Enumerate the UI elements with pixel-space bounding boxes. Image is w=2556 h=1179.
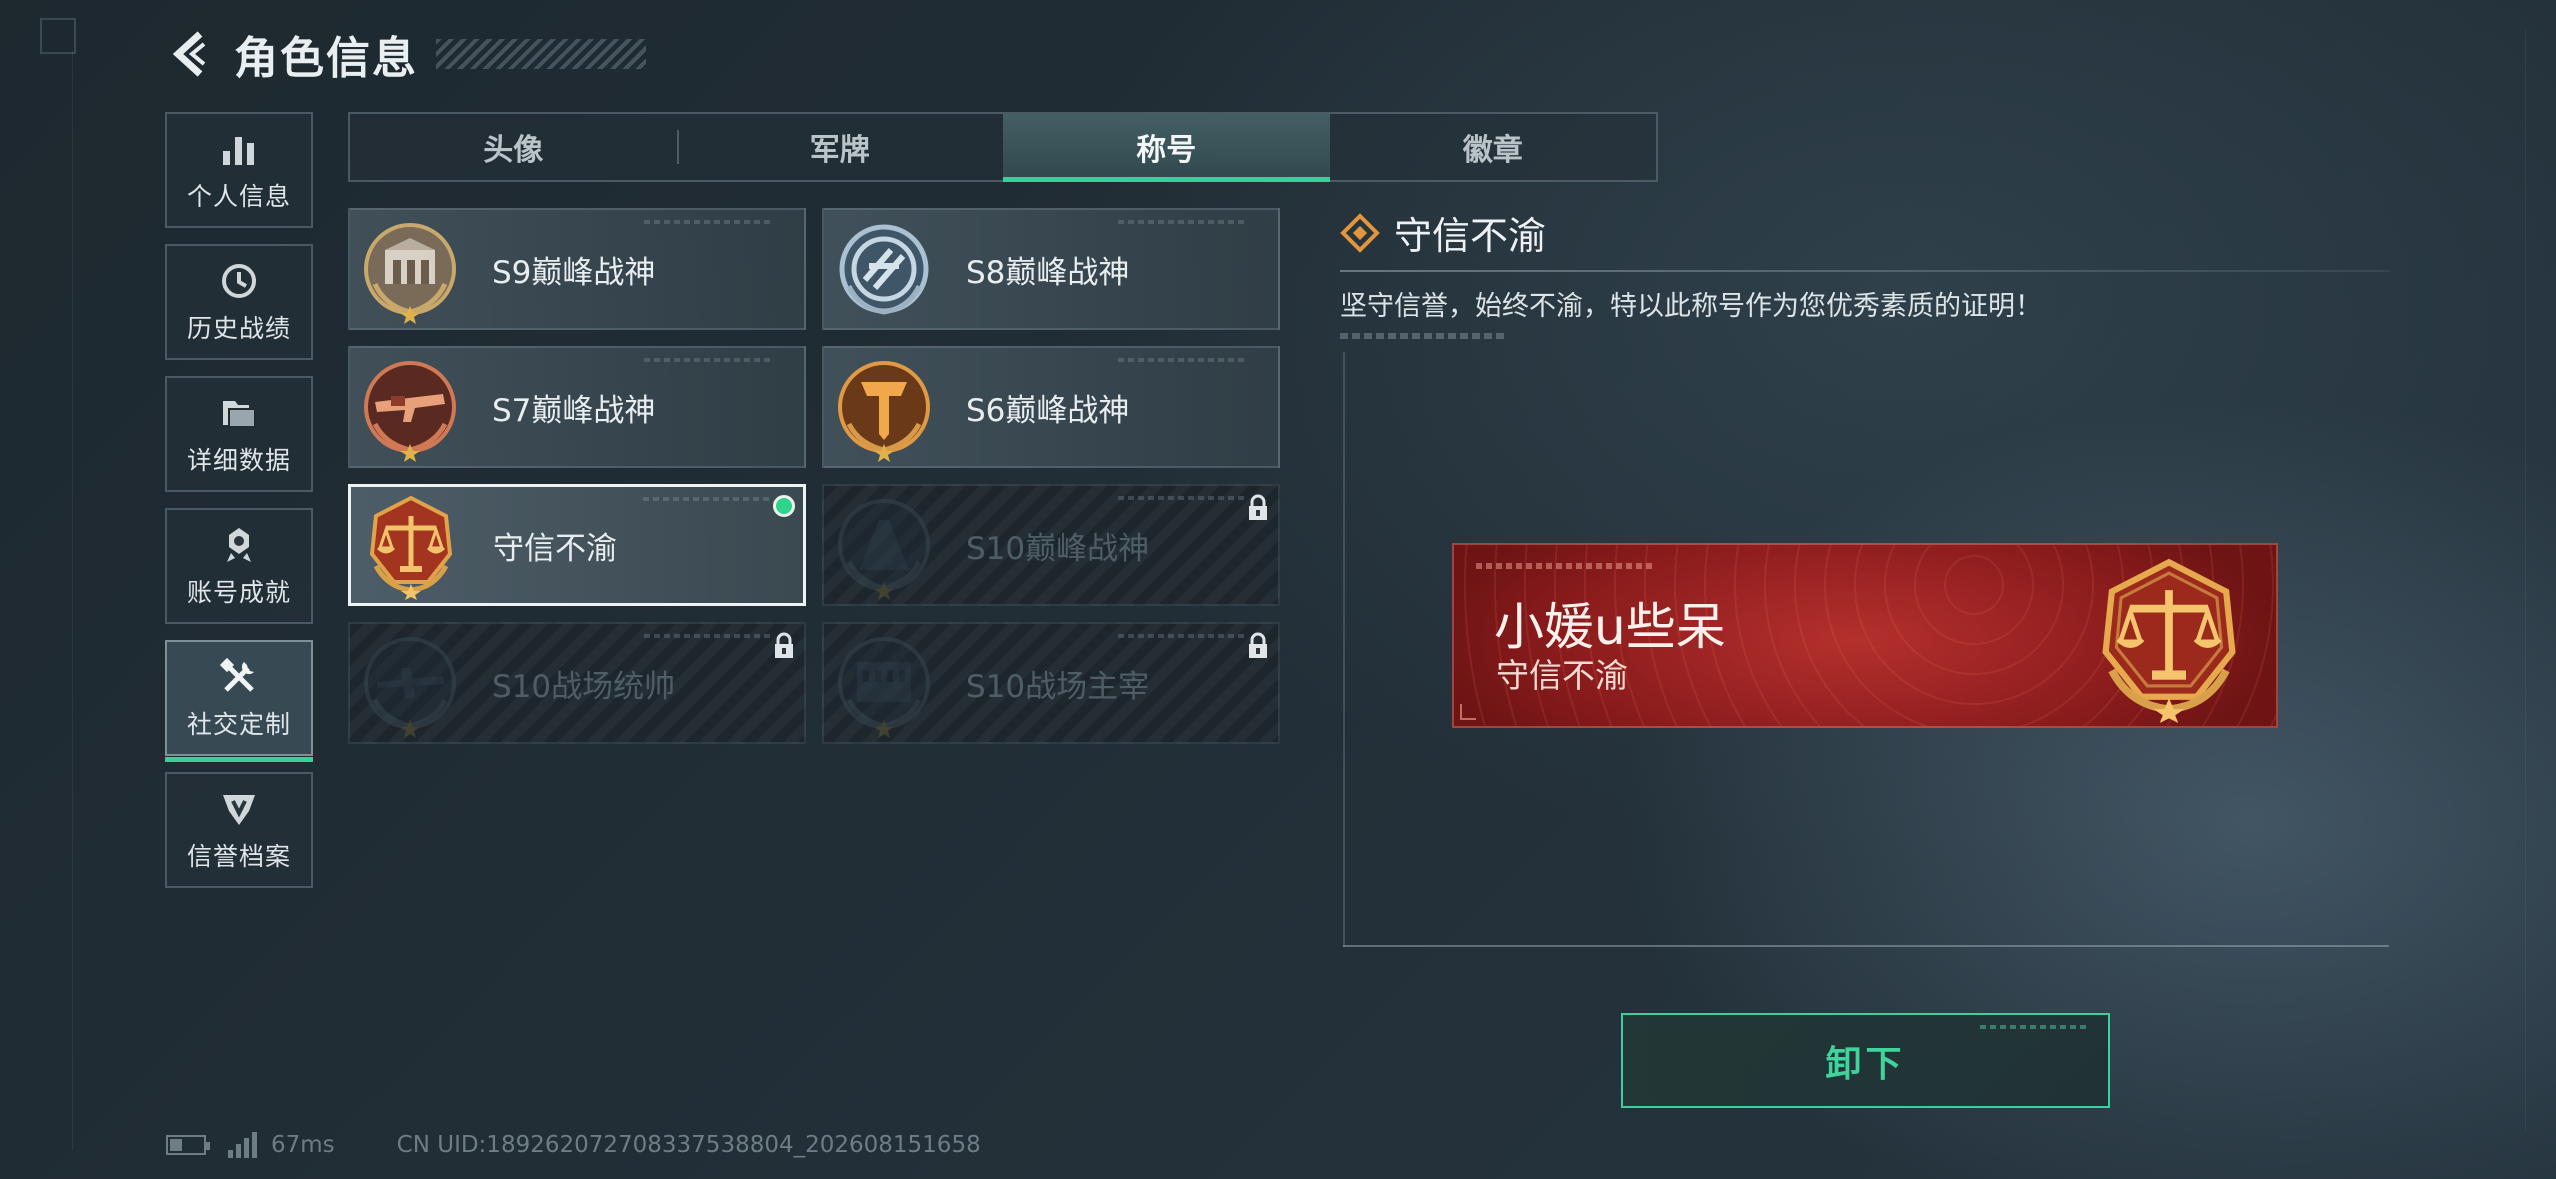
- diamond-icon: [1340, 212, 1380, 253]
- title-name: S6巅峰战神: [966, 392, 1130, 429]
- detail-deco-text: [1340, 333, 1505, 339]
- uid-text: CN UID:18926207270833753880​4_2026081516…: [396, 1132, 981, 1158]
- back-arrow-icon[interactable]: [166, 26, 214, 82]
- nav-label: 详细数据: [186, 446, 291, 475]
- nav-label: 账号成就: [186, 578, 291, 607]
- bar-chart-icon: [217, 127, 261, 171]
- page-title: 角色信息: [234, 33, 418, 84]
- history-clock-icon: [217, 259, 261, 303]
- title-card-s8[interactable]: S8巅峰战神: [822, 208, 1280, 330]
- title-card-shouxinbuyu[interactable]: 守信不渝: [348, 484, 806, 606]
- s9-emblem-icon: [350, 209, 470, 329]
- status-bar: 67ms CN UID:18926207270833753880​4_20260…: [166, 1128, 981, 1162]
- scales-emblem-icon: [2084, 553, 2254, 723]
- frame-line: [2525, 30, 2526, 1130]
- card-deco-text: [1118, 496, 1248, 500]
- card-deco-text: [644, 634, 774, 638]
- nav-item-reputation[interactable]: 信誉档案: [165, 772, 313, 888]
- title-card-s10-dominator[interactable]: S10战场主宰: [822, 622, 1280, 744]
- tab-avatar[interactable]: 头像: [350, 114, 677, 180]
- s8-emblem-icon: [824, 209, 944, 329]
- nav-label: 历史战绩: [186, 314, 291, 343]
- title-name: S10巅峰战神: [966, 530, 1150, 567]
- title-name: 守信不渝: [493, 530, 617, 567]
- nav-item-detailed-data[interactable]: 详细数据: [165, 376, 313, 492]
- divider: [1340, 270, 2390, 272]
- title-detail-panel: 守信不渝 坚守信誉，始终不渝，特以此称号作为您优秀素质的证明！: [1340, 205, 2390, 339]
- s10-emblem-icon: [824, 485, 944, 605]
- achievement-icon: [217, 523, 261, 567]
- unequip-button[interactable]: 卸下: [1621, 1013, 2110, 1108]
- title-name: S8巅峰战神: [966, 254, 1130, 291]
- corner-decoration: [1460, 704, 1476, 720]
- scales-emblem-icon: [351, 485, 471, 605]
- battery-icon: [166, 1135, 210, 1155]
- category-tabs: 头像 军牌 称号 徽章: [348, 112, 1658, 182]
- title-name: S10战场主宰: [966, 668, 1150, 705]
- title-card-s10-commander[interactable]: S10战场统帅: [348, 622, 806, 744]
- button-deco-text: [1980, 1025, 2090, 1029]
- nav-label: 社交定制: [186, 710, 291, 739]
- unequip-label: 卸下: [1825, 1043, 1906, 1085]
- lock-icon: [1246, 632, 1270, 664]
- nameplate-deco-text: [1476, 563, 1656, 569]
- aircraft-emblem-icon: [350, 623, 470, 743]
- title-card-s10-peak[interactable]: S10巅峰战神: [822, 484, 1280, 606]
- lock-icon: [772, 632, 796, 664]
- divider: [1343, 945, 2389, 947]
- nameplate-preview: 小媛u些呆 守信不渝: [1452, 543, 2278, 728]
- nav-item-match-history[interactable]: 历史战绩: [165, 244, 313, 360]
- nav-label: 信誉档案: [186, 842, 291, 871]
- card-deco-text: [1118, 358, 1248, 362]
- nameplate-title: 守信不渝: [1496, 656, 1628, 695]
- s7-emblem-icon: [350, 347, 470, 467]
- equipped-indicator-icon: [773, 495, 795, 517]
- corner-frame-decoration: [40, 18, 76, 54]
- reputation-icon: [217, 787, 261, 831]
- nav-item-social-custom[interactable]: 社交定制: [165, 640, 313, 762]
- nav-item-achievements[interactable]: 账号成就: [165, 508, 313, 624]
- card-deco-text: [1118, 220, 1248, 224]
- title-name: S9巅峰战神: [492, 254, 656, 291]
- title-card-s9[interactable]: S9巅峰战神: [348, 208, 806, 330]
- s6-emblem-icon: [824, 347, 944, 467]
- card-deco-text: [643, 497, 773, 501]
- frame-line: [72, 50, 73, 1150]
- nav-item-personal-info[interactable]: 个人信息: [165, 112, 313, 228]
- title-name: S7巅峰战神: [492, 392, 656, 429]
- folder-icon: [217, 391, 261, 435]
- card-deco-text: [644, 358, 774, 362]
- latency-text: 67ms: [271, 1132, 335, 1158]
- title-card-grid: S9巅峰战神 S8巅峰战神 S7巅峰战神 S6巅峰战神 守信不渝 S10巅峰战神…: [348, 208, 1280, 744]
- title-name: S10战场统帅: [492, 668, 676, 705]
- card-deco-text: [644, 220, 774, 224]
- tab-title[interactable]: 称号: [1003, 114, 1330, 182]
- tab-badge[interactable]: 徽章: [1330, 114, 1657, 180]
- card-deco-text: [1118, 634, 1248, 638]
- side-nav: 个人信息 历史战绩 详细数据 账号成就 社交定制 信誉档案: [165, 112, 317, 904]
- colosseum-emblem-icon: [824, 623, 944, 743]
- detail-title: 守信不渝: [1394, 214, 1547, 258]
- tab-dog-tag[interactable]: 军牌: [676, 114, 1004, 180]
- tools-icon: [217, 655, 261, 699]
- nav-label: 个人信息: [186, 182, 291, 211]
- detail-header: 守信不渝: [1340, 205, 2390, 260]
- lock-icon: [1246, 494, 1270, 526]
- title-card-s6[interactable]: S6巅峰战神: [822, 346, 1280, 468]
- page-header: 角色信息: [166, 24, 646, 84]
- title-card-s7[interactable]: S7巅峰战神: [348, 346, 806, 468]
- title-stripe-decoration: [436, 39, 646, 69]
- signal-icon: [228, 1132, 257, 1158]
- detail-description: 坚守信誉，始终不渝，特以此称号作为您优秀素质的证明！: [1340, 291, 2042, 322]
